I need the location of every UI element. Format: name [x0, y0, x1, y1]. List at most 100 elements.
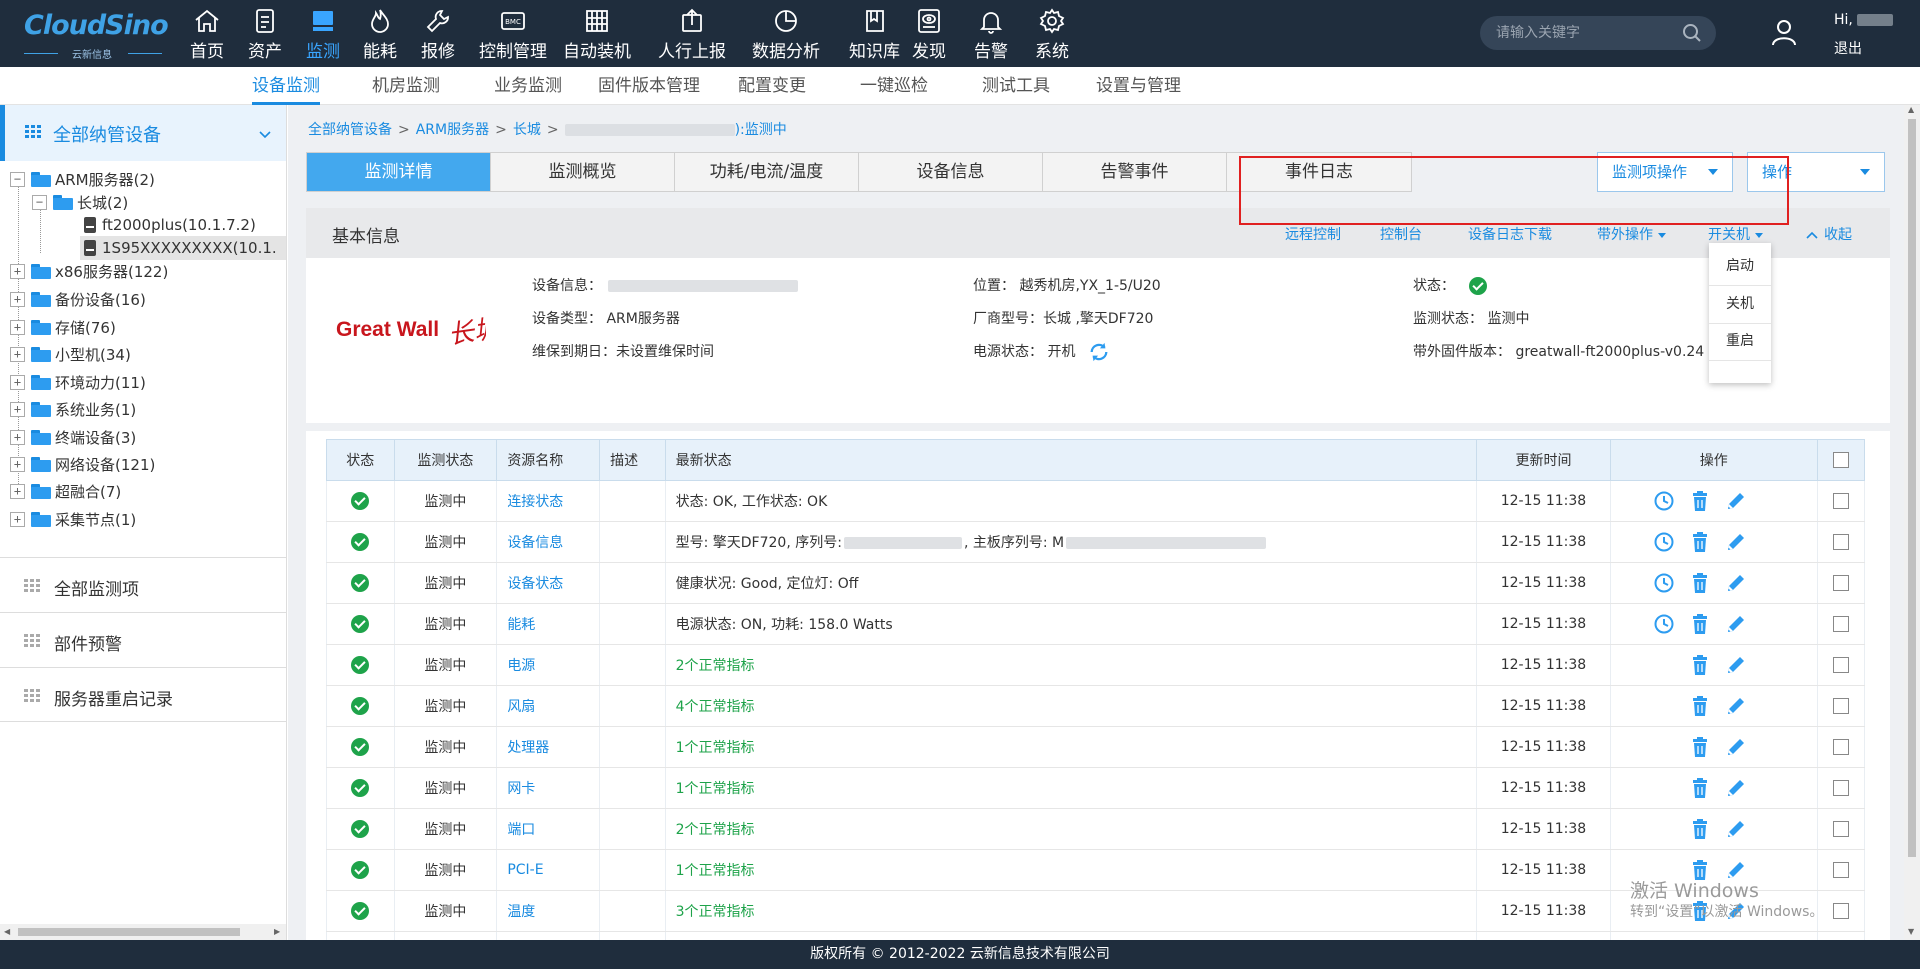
row-checkbox[interactable]: [1832, 493, 1849, 509]
expand-toggle[interactable]: +: [10, 263, 25, 279]
collapse-toggle[interactable]: −: [10, 171, 25, 187]
power-switch-dropdown[interactable]: 开关机: [1708, 224, 1763, 244]
nav-item-home[interactable]: 首页: [190, 0, 224, 67]
nav-item-eye[interactable]: 发现: [912, 0, 946, 67]
resource-name-link[interactable]: PCI-E: [507, 862, 543, 878]
logout-link[interactable]: 退出: [1834, 38, 1862, 58]
chevron-down-icon[interactable]: [259, 131, 271, 139]
expand-toggle[interactable]: +: [10, 456, 25, 472]
resource-name-link[interactable]: 风扇: [507, 699, 535, 715]
scroll-up-arrow-icon[interactable]: ▲: [1908, 105, 1914, 114]
nav-item-document[interactable]: 资产: [248, 0, 282, 67]
section-all-monitor-items[interactable]: 全部监测项: [0, 557, 286, 612]
ops-dropdown[interactable]: 操作: [1747, 152, 1885, 192]
device-log-download-link[interactable]: 设备日志下载: [1468, 224, 1552, 244]
sidebar-horizontal-scrollbar[interactable]: ◀ ▶: [0, 924, 286, 940]
expand-toggle[interactable]: +: [10, 511, 25, 527]
tree-item-x86[interactable]: + x86服务器(122): [10, 259, 168, 283]
expand-toggle[interactable]: +: [10, 319, 25, 335]
edit-pencil-icon[interactable]: [1725, 695, 1747, 717]
edit-pencil-icon[interactable]: [1725, 613, 1747, 635]
edit-pencil-icon[interactable]: [1725, 531, 1747, 553]
tree-item-network[interactable]: + 网络设备(121): [10, 452, 155, 476]
history-clock-icon[interactable]: [1653, 613, 1675, 635]
subnav-room-monitor[interactable]: 机房监测: [372, 67, 440, 105]
subnav-settings[interactable]: 设置与管理: [1096, 67, 1181, 105]
scroll-down-arrow-icon[interactable]: ▼: [1908, 927, 1914, 936]
tree-item-env-power[interactable]: + 环境动力(11): [10, 370, 146, 394]
scroll-left-arrow-icon[interactable]: ◀: [4, 927, 10, 936]
row-checkbox[interactable]: [1832, 534, 1849, 550]
edit-pencil-icon[interactable]: [1725, 736, 1747, 758]
tree-item-collector[interactable]: + 采集节点(1): [10, 507, 136, 531]
tab-monitor-detail[interactable]: 监测详情: [307, 153, 491, 191]
trash-icon[interactable]: [1689, 695, 1711, 717]
tab-monitor-overview[interactable]: 监测概览: [491, 153, 675, 191]
row-checkbox[interactable]: [1832, 739, 1849, 755]
breadcrumb-greatwall[interactable]: 长城: [513, 122, 541, 138]
select-all-checkbox[interactable]: [1832, 452, 1849, 468]
resource-name-link[interactable]: 网卡: [507, 781, 535, 797]
resource-name-link[interactable]: 处理器: [507, 740, 549, 756]
history-clock-icon[interactable]: [1653, 572, 1675, 594]
row-checkbox[interactable]: [1832, 575, 1849, 591]
tab-power-temp[interactable]: 功耗/电流/温度: [675, 153, 859, 191]
resource-name-link[interactable]: 电源: [507, 658, 535, 674]
subnav-firmware[interactable]: 固件版本管理: [598, 67, 700, 105]
tree-item-greatwall[interactable]: − 长城(2): [32, 190, 128, 214]
breadcrumb-arm[interactable]: ARM服务器: [416, 122, 489, 138]
search-icon[interactable]: [1682, 23, 1702, 43]
nav-item-monitor[interactable]: 监测: [306, 0, 340, 67]
nav-item-flame[interactable]: 能耗: [363, 0, 397, 67]
scrollbar-thumb[interactable]: [1908, 119, 1916, 857]
power-on-option[interactable]: 启动: [1709, 255, 1771, 286]
nav-item-upload[interactable]: 人行上报: [658, 0, 726, 67]
row-checkbox[interactable]: [1832, 616, 1849, 632]
tree-item-ft2000plus[interactable]: ft2000plus(10.1.7.2): [84, 213, 256, 237]
section-reboot-records[interactable]: 服务器重启记录: [0, 667, 286, 722]
collapse-link[interactable]: 收起: [1806, 224, 1852, 244]
tree-item-hyperconverged[interactable]: + 超融合(7): [10, 479, 121, 503]
expand-toggle[interactable]: +: [10, 483, 25, 499]
nav-item-wrench[interactable]: 报修: [421, 0, 455, 67]
edit-pencil-icon[interactable]: [1725, 777, 1747, 799]
nav-item-pie-chart[interactable]: 数据分析: [752, 0, 820, 67]
subnav-config-change[interactable]: 配置变更: [738, 67, 806, 105]
remote-control-link[interactable]: 远程控制: [1285, 224, 1341, 244]
resource-name-link[interactable]: 温度: [507, 904, 535, 920]
scrollbar-thumb[interactable]: [18, 928, 240, 936]
nav-item-server-rack[interactable]: 自动装机: [563, 0, 631, 67]
nav-item-gear[interactable]: 系统: [1035, 0, 1069, 67]
power-off-option[interactable]: 关机: [1709, 293, 1771, 324]
subnav-business-monitor[interactable]: 业务监测: [494, 67, 562, 105]
edit-pencil-icon[interactable]: [1725, 572, 1747, 594]
edit-pencil-icon[interactable]: [1725, 490, 1747, 512]
resource-name-link[interactable]: 设备信息: [507, 535, 563, 551]
tree-item-arm[interactable]: − ARM服务器(2): [10, 167, 155, 191]
nav-item-book[interactable]: 知识库: [849, 0, 900, 67]
cloudsino-logo[interactable]: CloudSino 云新信息: [20, 8, 170, 61]
page-vertical-scrollbar[interactable]: ▲ ▼: [1904, 105, 1920, 940]
tab-device-info[interactable]: 设备信息: [859, 153, 1043, 191]
refresh-icon[interactable]: [1088, 341, 1110, 363]
breadcrumb-all-devices[interactable]: 全部纳管设备: [308, 122, 392, 138]
section-part-warning[interactable]: 部件预警: [0, 612, 286, 667]
resource-name-link[interactable]: 端口: [507, 822, 535, 838]
edit-pencil-icon[interactable]: [1725, 818, 1747, 840]
expand-toggle[interactable]: +: [10, 346, 25, 362]
trash-icon[interactable]: [1689, 736, 1711, 758]
oob-ops-dropdown[interactable]: 带外操作: [1597, 224, 1666, 244]
tree-item-system-business[interactable]: + 系统业务(1): [10, 397, 136, 421]
user-icon[interactable]: [1770, 18, 1798, 46]
trash-icon[interactable]: [1689, 818, 1711, 840]
trash-icon[interactable]: [1689, 777, 1711, 799]
row-checkbox[interactable]: [1832, 780, 1849, 796]
tree-item-storage[interactable]: + 存储(76): [10, 315, 116, 339]
monitor-item-ops-dropdown[interactable]: 监测项操作: [1597, 152, 1733, 192]
search-input[interactable]: [1496, 16, 1676, 50]
trash-icon[interactable]: [1689, 613, 1711, 635]
row-checkbox[interactable]: [1832, 903, 1849, 919]
tree-item-minicomputer[interactable]: + 小型机(34): [10, 342, 131, 366]
nav-item-bmc[interactable]: BMC 控制管理: [479, 0, 547, 67]
row-checkbox[interactable]: [1832, 657, 1849, 673]
